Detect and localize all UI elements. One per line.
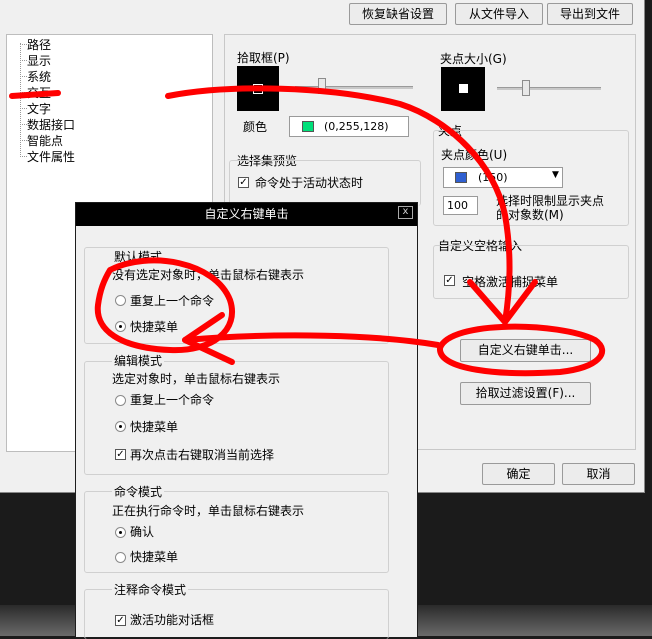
tree-connector <box>20 124 27 125</box>
active-command-label: 命令处于活动状态时 <box>255 176 364 190</box>
close-icon[interactable]: x <box>398 206 413 219</box>
edit-repeat-label: 重复上一个命令 <box>130 393 215 407</box>
grip-limit-input[interactable]: 100 <box>443 196 478 215</box>
cancel-selection-label: 再次点击右键取消当前选择 <box>130 448 275 462</box>
pickbox-color-swatch <box>302 121 314 132</box>
command-confirm-radio[interactable] <box>115 527 126 538</box>
grip-size-slider[interactable] <box>497 87 601 90</box>
tree-item-data-interface[interactable]: 数据接口 <box>27 116 75 133</box>
chevron-down-icon[interactable]: ▼ <box>552 170 559 180</box>
tree-item-smart-point[interactable]: 智能点 <box>27 132 63 149</box>
grip-size-title: 夹点大小(G) <box>440 52 507 66</box>
activate-dialog-label: 激活功能对话框 <box>130 613 215 627</box>
space-snap-menu-label: 空格激活捕捉菜单 <box>462 275 559 289</box>
grip-limit-label-2: 的对象数(M) <box>496 208 564 222</box>
tree-item-text[interactable]: 文字 <box>27 100 51 117</box>
pickbox-slider-thumb[interactable] <box>318 78 326 94</box>
tree-connector <box>20 92 27 93</box>
tree-item-interaction[interactable]: 交互 <box>27 84 51 101</box>
edit-mode-title: 编辑模式 <box>112 352 165 369</box>
pickbox-size-slider[interactable] <box>295 86 413 89</box>
default-shortcut-label: 快捷菜单 <box>130 320 179 334</box>
annotation-mode-title: 注释命令模式 <box>112 581 189 598</box>
custom-space-group <box>433 245 629 299</box>
pickbox-color-value: (0,255,128) <box>324 120 389 133</box>
cancel-button[interactable]: 取消 <box>562 463 635 485</box>
command-mode-title: 命令模式 <box>112 483 165 500</box>
grip-size-preview <box>441 67 485 111</box>
dialog-title: 自定义右键单击 <box>76 203 417 226</box>
default-mode-desc: 没有选定对象时，单击鼠标右键表示 <box>112 268 305 282</box>
import-from-file-button[interactable]: 从文件导入 <box>455 3 543 25</box>
activate-dialog-checkbox[interactable]: ✓ <box>115 615 126 626</box>
pick-filter-settings-button[interactable]: 拾取过滤设置(F)... <box>460 382 591 405</box>
pickbox-title: 拾取框(P) <box>237 51 290 65</box>
tree-item-system[interactable]: 系统 <box>27 68 51 85</box>
pickbox-color-label: 颜色 <box>243 120 268 134</box>
tree-connector <box>20 44 27 45</box>
restore-defaults-button[interactable]: 恢复缺省设置 <box>349 3 447 25</box>
command-confirm-label: 确认 <box>130 525 155 539</box>
edit-shortcut-radio[interactable] <box>115 421 126 432</box>
default-repeat-radio[interactable] <box>115 295 126 306</box>
tree-item-file-properties[interactable]: 文件属性 <box>27 148 75 165</box>
ok-button[interactable]: 确定 <box>482 463 555 485</box>
tree-item-path[interactable]: 路径 <box>27 36 51 53</box>
tree-item-display[interactable]: 显示 <box>27 52 51 69</box>
export-to-file-button[interactable]: 导出到文件 <box>547 3 633 25</box>
default-shortcut-radio[interactable] <box>115 321 126 332</box>
cancel-selection-checkbox[interactable]: ✓ <box>115 449 126 460</box>
tree-connector <box>20 156 27 157</box>
command-mode-desc: 正在执行命令时，单击鼠标右键表示 <box>112 504 305 518</box>
active-command-checkbox[interactable]: ✓ <box>238 177 249 188</box>
pickbox-preview <box>237 66 279 111</box>
command-shortcut-label: 快捷菜单 <box>130 550 179 564</box>
tree-connector <box>20 108 27 109</box>
grip-color-dropdown[interactable]: (150) ▼ <box>443 167 563 188</box>
pickbox-color-dropdown[interactable]: (0,255,128) <box>289 116 409 137</box>
command-shortcut-radio[interactable] <box>115 552 126 563</box>
tree-connector <box>20 60 27 61</box>
tree-connector <box>20 140 27 141</box>
custom-right-click-button[interactable]: 自定义右键单击... <box>460 339 591 362</box>
default-mode-title: 默认模式 <box>112 248 165 265</box>
space-snap-menu-checkbox[interactable]: ✓ <box>444 275 455 286</box>
custom-right-click-dialog: 自定义右键单击 x 默认模式 没有选定对象时，单击鼠标右键表示 重复上一个命令 … <box>75 202 418 639</box>
grip-slider-thumb[interactable] <box>522 80 530 96</box>
edit-mode-desc: 选定对象时，单击鼠标右键表示 <box>112 372 281 386</box>
tree-connector <box>20 76 27 77</box>
grip-color-swatch <box>455 172 467 183</box>
edit-repeat-radio[interactable] <box>115 395 126 406</box>
grip-color-value: (150) <box>478 171 508 184</box>
edit-shortcut-label: 快捷菜单 <box>130 420 179 434</box>
grip-color-label: 夹点颜色(U) <box>441 148 508 162</box>
default-repeat-label: 重复上一个命令 <box>130 294 215 308</box>
